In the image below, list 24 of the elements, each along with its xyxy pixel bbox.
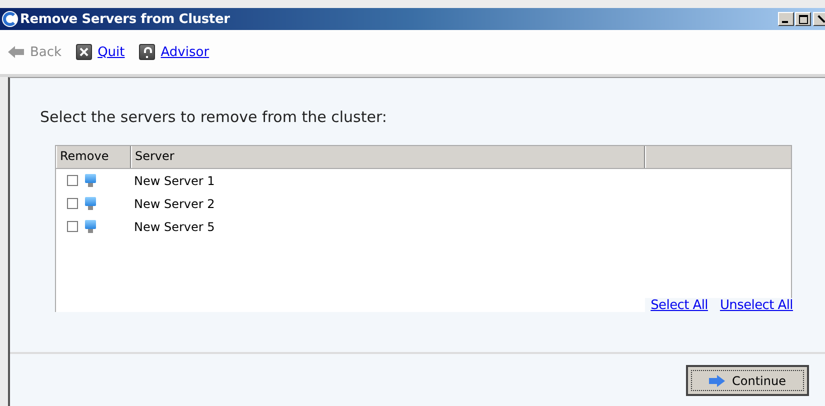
monitor-icon bbox=[85, 174, 96, 188]
advisor-link[interactable]: Advisor bbox=[160, 44, 210, 60]
unselect-all-link[interactable]: Unselect All bbox=[720, 298, 793, 313]
quit-link[interactable]: Quit bbox=[98, 44, 125, 60]
app-logo-icon bbox=[2, 11, 18, 27]
minimize-icon[interactable] bbox=[778, 12, 794, 26]
column-header[interactable]: Remove bbox=[56, 146, 131, 168]
window-title: Remove Servers from Cluster bbox=[20, 12, 230, 26]
server-name: New Server 5 bbox=[134, 220, 215, 234]
remove-checkbox[interactable] bbox=[67, 175, 78, 186]
close-icon[interactable] bbox=[76, 44, 92, 60]
monitor-icon bbox=[85, 196, 96, 210]
arrow-icon bbox=[709, 374, 726, 386]
select-all-link[interactable]: Select All bbox=[650, 298, 708, 313]
server-name: New Server 2 bbox=[134, 196, 215, 210]
server-name: New Server 1 bbox=[134, 174, 215, 188]
instruction-text: Select the servers to remove from the cluster: bbox=[39, 107, 388, 128]
maximize-icon[interactable] bbox=[795, 12, 811, 26]
column-header[interactable]: Server bbox=[131, 146, 645, 168]
monitor-icon bbox=[85, 220, 96, 234]
remove-checkbox[interactable] bbox=[67, 221, 78, 232]
continue-button[interactable]: Continue bbox=[686, 365, 809, 396]
remove-checkbox[interactable] bbox=[67, 198, 78, 209]
back-arrow-icon[interactable] bbox=[8, 46, 24, 58]
